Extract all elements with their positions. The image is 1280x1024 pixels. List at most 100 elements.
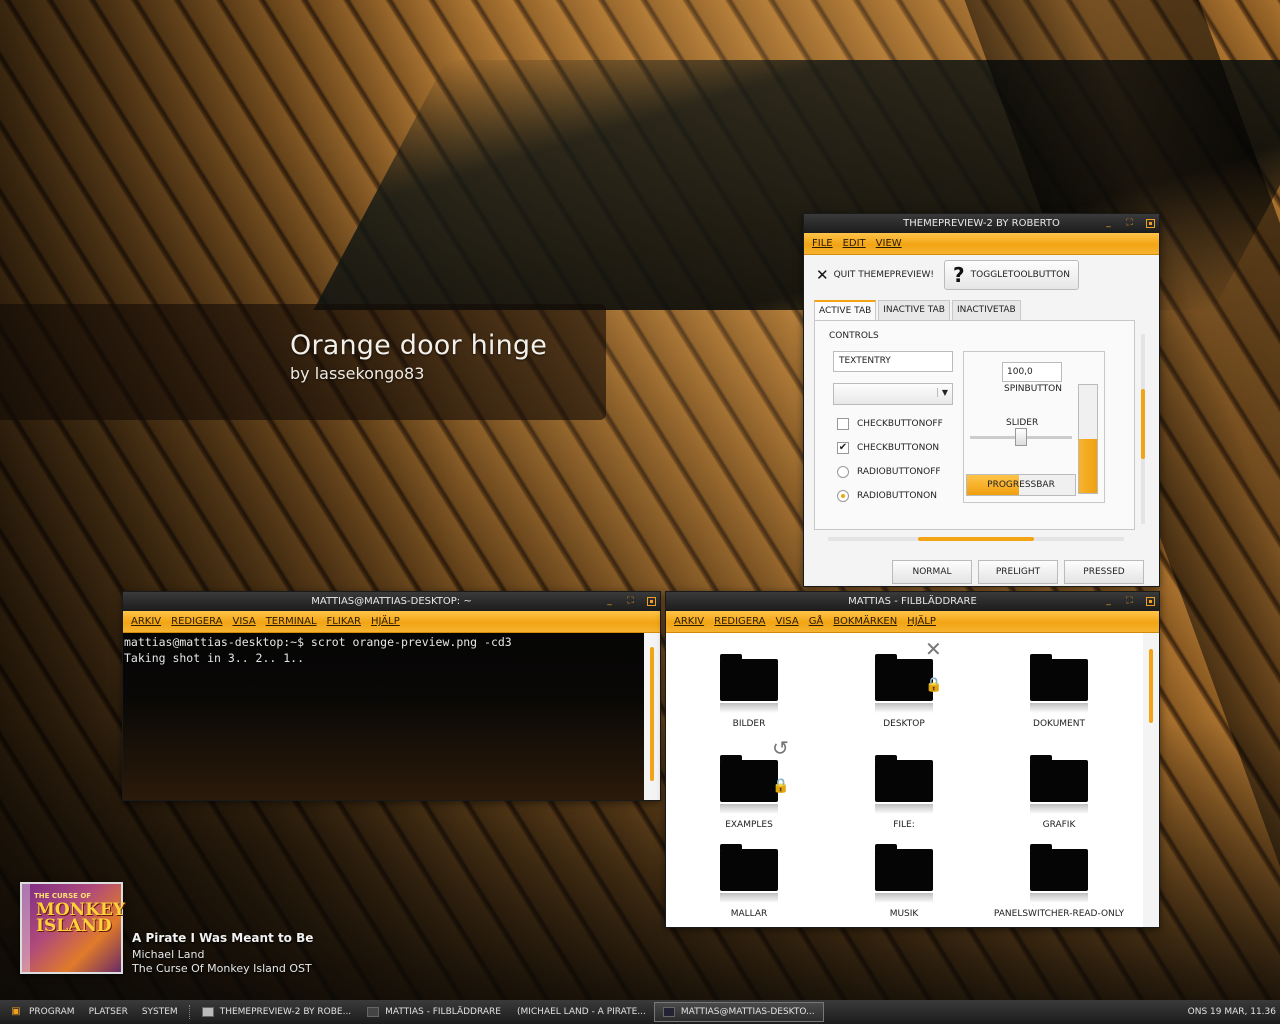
text-entry[interactable]: TEXTENTRY: [833, 351, 953, 372]
vertical-progressbar: [1078, 384, 1098, 494]
menu-file[interactable]: FILE: [812, 238, 833, 249]
state-button-row: NORMAL PRELIGHT PRESSED: [892, 560, 1144, 584]
terminal-icon: [662, 1007, 675, 1017]
progressbar: PROGRESSBAR: [966, 474, 1076, 496]
folder-item[interactable]: GRAFIK: [984, 755, 1134, 830]
filemanager-scrollbar[interactable]: [1143, 633, 1159, 927]
song-album: The Curse Of Monkey Island OST: [132, 962, 312, 975]
minimize-icon[interactable]: _: [605, 597, 614, 606]
radiobutton-on[interactable]: RADIOBUTTONON: [837, 490, 937, 502]
panel-clock[interactable]: ONS 19 MAR, 11.36: [1188, 1000, 1276, 1024]
checkbox-checked-icon: ✔: [837, 442, 849, 454]
tab-inactive[interactable]: INACTIVE TAB: [878, 300, 950, 320]
scroll-thumb[interactable]: [1149, 649, 1153, 723]
folder-item[interactable]: ✕ 🔒 DESKTOP: [829, 637, 979, 729]
menu-hjalp[interactable]: HJÄLP: [907, 616, 936, 627]
toggletoolbutton[interactable]: ? TOGGLETOOLBUTTON: [944, 260, 1079, 290]
chevron-down-icon: ▼: [936, 388, 948, 397]
folder-name: FILE:: [893, 820, 915, 830]
slider-label: SLIDER: [1006, 418, 1039, 428]
minimize-icon[interactable]: _: [1104, 597, 1113, 606]
menu-arkiv[interactable]: ARKIV: [674, 616, 704, 627]
menu-bokmarken[interactable]: BOKMÄRKEN: [833, 616, 897, 627]
terminal-output[interactable]: mattias@mattias-desktop:~$ scrot orange-…: [123, 633, 644, 800]
panel-menu-platser[interactable]: PLATSER: [82, 1000, 135, 1024]
folder-item[interactable]: MUSIK: [829, 844, 979, 919]
slider-handle[interactable]: [1015, 428, 1027, 446]
prelight-button[interactable]: PRELIGHT: [978, 560, 1058, 584]
themepreview-window: THEMEPREVIEW-2 BY ROBERTO _ ⛶ FILE EDIT …: [803, 213, 1160, 587]
maximize-icon[interactable]: ⛶: [626, 597, 635, 606]
horizontal-scrollbar[interactable]: [828, 537, 1124, 541]
folder-icon: [720, 844, 778, 903]
minimize-icon[interactable]: _: [1104, 219, 1113, 228]
controls-label: CONTROLS: [829, 331, 879, 341]
window-title: THEMEPREVIEW-2 BY ROBERTO: [903, 218, 1060, 229]
combo-box[interactable]: ▼: [833, 383, 953, 405]
themepreview-toolbar: ✕ QUIT THEMEPREVIEW! ? TOGGLETOOLBUTTON: [812, 260, 1079, 290]
menu-ga[interactable]: GÅ: [809, 616, 824, 627]
panel-menu-program[interactable]: PROGRAM: [22, 1000, 82, 1024]
menu-flikar[interactable]: FLIKAR: [327, 616, 361, 627]
folder-name: GRAFIK: [1042, 820, 1076, 830]
menu-visa[interactable]: VISA: [776, 616, 799, 627]
tab-active[interactable]: ACTIVE TAB: [814, 300, 877, 320]
folder-item[interactable]: BILDER: [674, 654, 824, 729]
toggle-label: TOGGLETOOLBUTTON: [970, 270, 1070, 280]
desktop-banner: [0, 304, 606, 420]
folder-item[interactable]: PANELSWITCHER-READ-ONLY: [984, 844, 1134, 919]
normal-button[interactable]: NORMAL: [892, 560, 972, 584]
menu-redigera[interactable]: REDIGERA: [714, 616, 765, 627]
bottom-panel: ▣ PROGRAM PLATSER SYSTEM THEMEPREVIEW-2 …: [0, 1000, 1280, 1024]
menu-redigera[interactable]: REDIGERA: [171, 616, 222, 627]
scroll-thumb[interactable]: [1141, 389, 1145, 459]
spin-button[interactable]: 100,0: [1002, 362, 1062, 382]
filemanager-window: MATTIAS - FILBLÄDDRARE _ ⛶ ARKIV REDIGER…: [665, 591, 1160, 928]
menu-view[interactable]: VIEW: [876, 238, 902, 249]
checkbutton-off[interactable]: CHECKBUTTONOFF: [837, 418, 943, 430]
close-icon[interactable]: [1146, 219, 1155, 228]
symlink-arrow-emblem-icon: ↺: [772, 736, 789, 760]
maximize-icon[interactable]: ⛶: [1125, 219, 1134, 228]
menu-terminal[interactable]: TERMINAL: [266, 616, 317, 627]
menu-arkiv[interactable]: ARKIV: [131, 616, 161, 627]
terminal-scrollbar[interactable]: [644, 633, 660, 800]
scroll-thumb[interactable]: [650, 647, 654, 781]
folder-name: PANELSWITCHER-READ-ONLY: [993, 909, 1125, 919]
terminal-titlebar[interactable]: MATTIAS@MATTIAS-DESKTOP: ~ _ ⛶: [123, 592, 660, 611]
folder-item[interactable]: ↺ 🔒 EXAMPLES: [674, 736, 824, 830]
task-themepreview[interactable]: THEMEPREVIEW-2 BY ROBE...: [194, 1000, 359, 1024]
filemanager-titlebar[interactable]: MATTIAS - FILBLÄDDRARE _ ⛶: [666, 592, 1159, 611]
task-label: (MICHAEL LAND - A PIRATE...: [516, 1007, 646, 1017]
folder-icon: [1030, 654, 1088, 713]
checkbutton-on[interactable]: ✔ CHECKBUTTONON: [837, 442, 939, 454]
task-music[interactable]: (MICHAEL LAND - A PIRATE...: [509, 1000, 654, 1024]
close-icon[interactable]: [647, 597, 656, 606]
quit-button[interactable]: ✕ QUIT THEMEPREVIEW!: [812, 260, 938, 290]
lock-emblem-icon: 🔒: [772, 778, 790, 794]
album-art-logo: MONKEY ISLAND: [36, 900, 126, 936]
tab-bar: ACTIVE TAB INACTIVE TAB INACTIVETAB: [814, 300, 1021, 320]
maximize-icon[interactable]: ⛶: [1125, 597, 1134, 606]
task-filemanager[interactable]: MATTIAS - FILBLÄDDRARE: [359, 1000, 509, 1024]
task-terminal[interactable]: MATTIAS@MATTIAS-DESKTO...: [653, 1002, 824, 1022]
menu-edit[interactable]: EDIT: [843, 238, 866, 249]
menu-hjalp[interactable]: HJÄLP: [371, 616, 400, 627]
lock-emblem-icon: 🔒: [925, 677, 943, 693]
folder-item[interactable]: DOKUMENT: [984, 654, 1134, 729]
folder-icon: ✕ 🔒: [875, 637, 942, 713]
menu-visa[interactable]: VISA: [233, 616, 256, 627]
panel-menu-system[interactable]: SYSTEM: [135, 1000, 185, 1024]
scroll-thumb[interactable]: [918, 537, 1034, 541]
pressed-button[interactable]: PRESSED: [1064, 560, 1144, 584]
window-icon: [201, 1007, 214, 1017]
album-art-text: THE CURSE OF: [34, 892, 92, 900]
folder-item[interactable]: MALLAR: [674, 844, 824, 919]
tab-inactive-2[interactable]: INACTIVETAB: [951, 300, 1021, 320]
radiobutton-off[interactable]: RADIOBUTTONOFF: [837, 466, 941, 478]
vertical-scrollbar[interactable]: [1141, 334, 1145, 524]
menu-logo-icon[interactable]: ▣: [10, 1006, 22, 1018]
themepreview-titlebar[interactable]: THEMEPREVIEW-2 BY ROBERTO _ ⛶: [804, 214, 1159, 233]
folder-item[interactable]: FILE:: [829, 755, 979, 830]
close-icon[interactable]: [1146, 597, 1155, 606]
